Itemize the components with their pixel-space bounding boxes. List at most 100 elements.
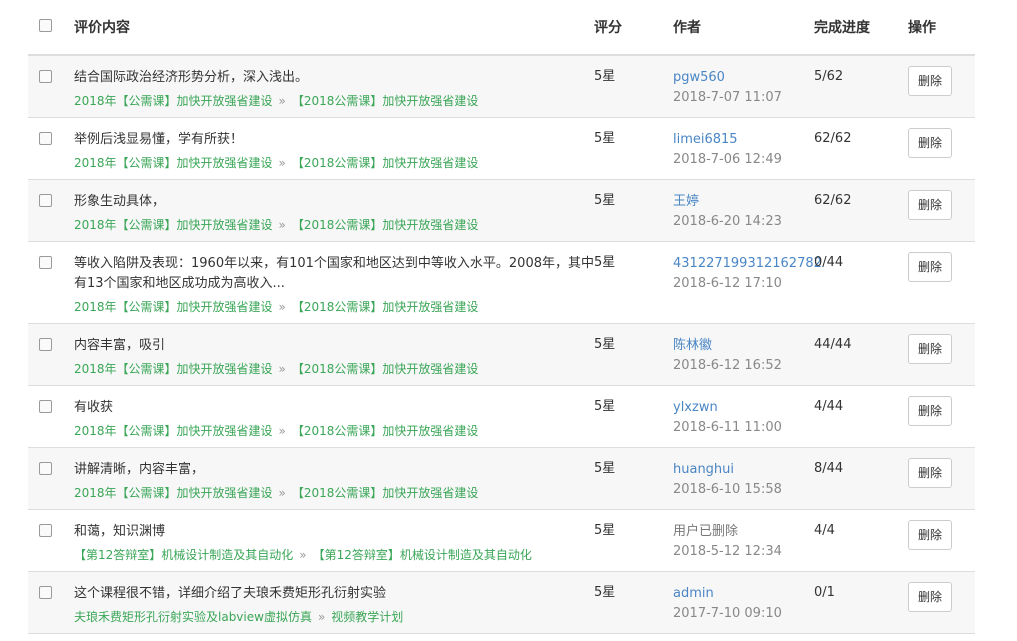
author-link[interactable]: ylxzwn: [673, 398, 814, 418]
row-select-cell: [28, 323, 74, 386]
review-comment: 这个课程很不错，详细介绍了夫琅禾费矩形孔衍射实验: [74, 585, 387, 601]
action-cell: 删除: [908, 55, 975, 118]
row-select-cell: [28, 385, 74, 448]
course-sub-link[interactable]: 视频教学计划: [331, 610, 403, 624]
row-checkbox[interactable]: [39, 337, 52, 351]
row-select-cell: [28, 571, 74, 634]
action-cell: 删除: [908, 509, 975, 572]
table-row: 结合国际政治经济形势分析，深入浅出。 2018年【公需课】加快开放强省建设 » 【2…: [28, 55, 975, 118]
rating-cell: 5星: [594, 571, 673, 634]
review-date: 2018-7-07 11:07: [673, 90, 782, 105]
delete-button[interactable]: 删除: [908, 519, 952, 550]
table-row: 举例后浅显易懂，学有所获！ 2018年【公需课】加快开放强省建设 » 【2018公需…: [28, 117, 975, 180]
review-date: 2018-6-20 14:23: [673, 213, 782, 229]
row-select-cell: [28, 509, 74, 572]
review-date: 2018-6-11 11:00: [673, 419, 782, 435]
author-cell: 陈林徽 2018-6-12 16:52: [673, 323, 814, 386]
row-select-cell: [28, 241, 74, 324]
delete-button[interactable]: 删除: [908, 66, 952, 96]
course-link[interactable]: 2018年【公需课】加快开放强省建设: [74, 362, 273, 376]
author-cell: huanghui 2018-6-10 15:58: [673, 447, 814, 510]
row-checkbox[interactable]: [39, 255, 52, 269]
delete-button[interactable]: 删除: [908, 581, 952, 612]
author-link[interactable]: admin: [673, 584, 814, 604]
row-checkbox[interactable]: [39, 399, 52, 413]
breadcrumb-separator: »: [278, 361, 286, 376]
row-select-cell: [28, 447, 74, 510]
row-select-cell: [28, 117, 74, 180]
progress-value: 62/62: [814, 130, 852, 146]
table-row: 讲解清晰，内容丰富， 2018年【公需课】加快开放强省建设 » 【2018公需课】加…: [28, 447, 975, 510]
review-comment: 形象生动具体，: [74, 193, 166, 209]
row-select-cell: [28, 55, 74, 118]
course-sub-link[interactable]: 【2018公需课】加快开放强省建设: [292, 300, 479, 314]
action-cell: 删除: [908, 571, 975, 634]
course-link[interactable]: 2018年【公需课】加快开放强省建设: [74, 156, 273, 170]
review-content-cell: 形象生动具体， 2018年【公需课】加快开放强省建设 » 【2018公需课】加快开放…: [74, 179, 594, 242]
course-link[interactable]: 2018年【公需课】加快开放强省建设: [74, 300, 273, 314]
row-checkbox[interactable]: [39, 193, 52, 207]
row-checkbox[interactable]: [39, 131, 52, 145]
rating-value: 5星: [594, 192, 616, 208]
rating-value: 5星: [594, 584, 616, 600]
row-checkbox[interactable]: [39, 585, 52, 599]
progress-cell: 62/62: [814, 179, 908, 242]
review-content-cell: 结合国际政治经济形势分析，深入浅出。 2018年【公需课】加快开放强省建设 » 【2…: [74, 55, 594, 118]
author-cell: 王婷 2018-6-20 14:23: [673, 179, 814, 242]
header-progress: 完成进度: [814, 0, 908, 56]
delete-button[interactable]: 删除: [908, 251, 952, 282]
review-comment: 和蔼，知识渊博: [74, 523, 166, 539]
review-date: 2018-7-06 12:49: [673, 151, 782, 167]
course-breadcrumb: 2018年【公需课】加快开放强省建设 » 【2018公需课】加快开放强省建设: [74, 360, 594, 378]
row-checkbox[interactable]: [39, 70, 52, 83]
course-sub-link[interactable]: 【2018公需课】加快开放强省建设: [292, 424, 479, 438]
author-link[interactable]: 431227199312162782: [673, 254, 822, 274]
author-cell: pgw560 2018-7-07 11:07: [673, 55, 814, 118]
course-link[interactable]: 2018年【公需课】加快开放强省建设: [74, 424, 273, 438]
review-comment: 等收入陷阱及表现：1960年以来，有101个国家和地区达到中等收入水平。2008…: [74, 255, 594, 291]
course-sub-link[interactable]: 【2018公需课】加快开放强省建设: [292, 156, 479, 170]
table-header-row: 评价内容 评分 作者 完成进度 操作: [28, 0, 975, 56]
table-row: 有收获 2018年【公需课】加快开放强省建设 » 【2018公需课】加快开放强省建设…: [28, 385, 975, 448]
table-row: 内容丰富，吸引 2018年【公需课】加快开放强省建设 » 【2018公需课】加快开放…: [28, 323, 975, 386]
review-content-cell: 和蔼，知识渊博 【第12答辩室】机械设计制造及其自动化» 【第12答辩室】机械设计…: [74, 509, 594, 572]
author-link[interactable]: limei6815: [673, 130, 814, 150]
author-link[interactable]: huanghui: [673, 460, 814, 480]
review-date: 2018-6-10 15:58: [673, 481, 782, 497]
course-sub-link[interactable]: 【2018公需课】加快开放强省建设: [292, 218, 479, 232]
course-link[interactable]: 2018年【公需课】加快开放强省建设: [74, 218, 273, 232]
course-sub-link[interactable]: 【2018公需课】加快开放强省建设: [292, 94, 479, 108]
table-row: 形象生动具体， 2018年【公需课】加快开放强省建设 » 【2018公需课】加快开放…: [28, 179, 975, 242]
select-all-checkbox[interactable]: [39, 18, 52, 32]
author-link[interactable]: pgw560: [673, 68, 814, 88]
course-link[interactable]: 2018年【公需课】加快开放强省建设: [74, 94, 273, 108]
course-link[interactable]: 2018年【公需课】加快开放强省建设: [74, 486, 273, 500]
author-cell: ylxzwn 2018-6-11 11:00: [673, 385, 814, 448]
delete-button[interactable]: 删除: [908, 457, 952, 488]
course-sub-link[interactable]: 【2018公需课】加快开放强省建设: [292, 486, 479, 500]
course-breadcrumb: 【第12答辩室】机械设计制造及其自动化 » 【第12答辩室】机械设计制造及其自动化: [74, 546, 594, 564]
rating-cell: 5星: [594, 323, 673, 386]
delete-button[interactable]: 删除: [908, 189, 952, 220]
delete-button[interactable]: 删除: [908, 127, 952, 158]
review-content-cell: 讲解清晰，内容丰富， 2018年【公需课】加快开放强省建设 » 【2018公需课】加…: [74, 447, 594, 510]
review-content-cell: 有收获 2018年【公需课】加快开放强省建设 » 【2018公需课】加快开放强省建设: [74, 385, 594, 448]
course-breadcrumb: 2018年【公需课】加快开放强省建设 » 【2018公需课】加快开放强省建设: [74, 484, 594, 502]
progress-cell: 0/1: [814, 571, 908, 634]
author-link[interactable]: 王婷: [673, 192, 814, 212]
course-sub-link[interactable]: 【第12答辩室】机械设计制造及其自动化: [313, 548, 532, 562]
action-cell: 删除: [908, 385, 975, 448]
course-link[interactable]: 【第12答辩室】机械设计制造及其自动化: [74, 548, 293, 562]
breadcrumb-separator: »: [317, 609, 326, 624]
course-breadcrumb: 2018年【公需课】加快开放强省建设 » 【2018公需课】加快开放强省建设: [74, 92, 594, 110]
delete-button[interactable]: 删除: [908, 395, 952, 426]
course-link[interactable]: 夫琅禾费矩形孔衍射实验及labview虚拟仿真: [74, 610, 312, 624]
row-checkbox[interactable]: [39, 461, 52, 475]
row-checkbox[interactable]: [39, 523, 52, 537]
course-sub-link[interactable]: 【2018公需课】加快开放强省建设: [292, 362, 479, 376]
author-link[interactable]: 陈林徽: [673, 336, 814, 356]
action-cell: 删除: [908, 241, 975, 324]
delete-button[interactable]: 删除: [908, 333, 952, 364]
action-cell: 删除: [908, 179, 975, 242]
breadcrumb-separator: »: [278, 155, 286, 170]
